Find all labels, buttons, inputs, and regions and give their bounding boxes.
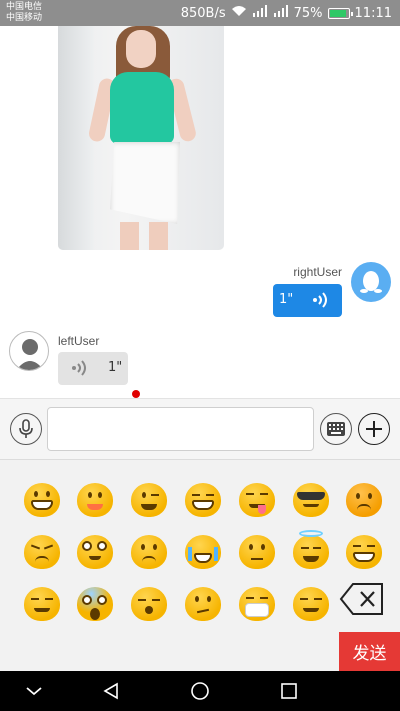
home-button[interactable] — [188, 679, 212, 703]
photo-face — [126, 30, 156, 68]
back-button[interactable] — [99, 679, 123, 703]
emoji-angry-face[interactable] — [343, 480, 385, 520]
emoji-screaming-face[interactable] — [74, 584, 116, 624]
clock: 11:11 — [354, 5, 392, 21]
message-input[interactable] — [47, 407, 314, 451]
penguin-icon — [360, 271, 382, 293]
carrier-2: 中国移动 — [6, 13, 43, 23]
voice-message-left[interactable]: 1" — [58, 352, 128, 385]
emoji-winking-face[interactable] — [128, 480, 170, 520]
emoji-frowning-face[interactable] — [128, 532, 170, 572]
carrier-1: 中国电信 — [6, 2, 43, 12]
photo-legs — [120, 222, 168, 250]
emoji-halo-face[interactable] — [290, 530, 332, 572]
emoji-loudly-crying-face[interactable] — [182, 532, 224, 572]
emoji-blush-face[interactable] — [290, 584, 332, 624]
image-message[interactable] — [58, 26, 224, 250]
chat-input-bar — [0, 398, 400, 460]
signal-4g-icon — [273, 5, 289, 21]
emoji-sunglasses-face[interactable] — [290, 480, 332, 520]
photo-skirt — [110, 142, 180, 224]
recents-button[interactable] — [277, 679, 301, 703]
emoji-relieved-face[interactable] — [21, 584, 63, 624]
voice-duration: 1" — [108, 360, 123, 375]
chat-message-list[interactable]: rightUser 1" leftUser 1" — [0, 26, 400, 398]
voice-input-button[interactable] — [10, 413, 42, 445]
send-button[interactable]: 发送 — [339, 632, 400, 671]
emoji-sleepy-face[interactable] — [128, 584, 170, 624]
signal-icon — [252, 5, 268, 21]
more-actions-button[interactable] — [358, 413, 390, 445]
emoji-mask-face[interactable] — [236, 584, 278, 624]
battery-percent: 75% — [293, 5, 323, 21]
wifi-icon — [231, 5, 247, 21]
emoji-delete-button[interactable] — [339, 582, 385, 616]
hide-keyboard-button[interactable] — [22, 679, 46, 703]
back-triangle-icon — [103, 682, 118, 700]
network-speed: 850B/s — [180, 5, 226, 21]
left-user-name: leftUser — [58, 334, 100, 348]
status-bar: 中国电信 中国移动 850B/s 75% 11:11 — [0, 0, 400, 26]
emoji-big-grin-face[interactable] — [343, 532, 385, 572]
emoji-grinning-face[interactable] — [21, 480, 63, 520]
right-user-avatar[interactable] — [351, 262, 391, 302]
emoji-smiling-face[interactable] — [74, 480, 116, 520]
photo-top — [110, 72, 174, 144]
keyboard-toggle-button[interactable] — [320, 413, 352, 445]
emoji-neutral-face[interactable] — [236, 532, 278, 572]
backspace-icon — [339, 583, 383, 615]
emoji-yum-face[interactable] — [236, 480, 278, 520]
voice-message-right[interactable]: 1" — [273, 284, 342, 317]
photo-background — [58, 26, 94, 250]
emoji-persevering-face[interactable] — [21, 532, 63, 572]
emoji-surprised-face[interactable] — [74, 532, 116, 572]
voice-wave-icon — [70, 358, 88, 382]
emoji-panel: 发送 — [0, 460, 400, 671]
home-circle-icon — [191, 682, 209, 700]
microphone-icon — [19, 419, 33, 438]
keyboard-icon — [327, 422, 345, 436]
recents-square-icon — [281, 683, 297, 699]
voice-duration: 1" — [279, 292, 294, 307]
plus-icon — [366, 421, 382, 437]
emoji-grinning-sweat-face[interactable] — [182, 480, 224, 520]
battery-icon — [327, 7, 353, 19]
voice-wave-icon — [311, 290, 329, 314]
person-placeholder-icon — [16, 339, 44, 370]
unread-dot — [132, 390, 140, 398]
right-user-name: rightUser — [293, 265, 342, 279]
emoji-confused-face[interactable] — [182, 584, 224, 624]
status-indicators: 850B/s 75% 11:11 — [181, 4, 392, 22]
carrier-labels: 中国电信 中国移动 — [6, 2, 42, 24]
system-nav-bar — [0, 671, 400, 711]
left-user-avatar[interactable] — [9, 331, 49, 371]
chevron-down-icon — [26, 687, 42, 696]
